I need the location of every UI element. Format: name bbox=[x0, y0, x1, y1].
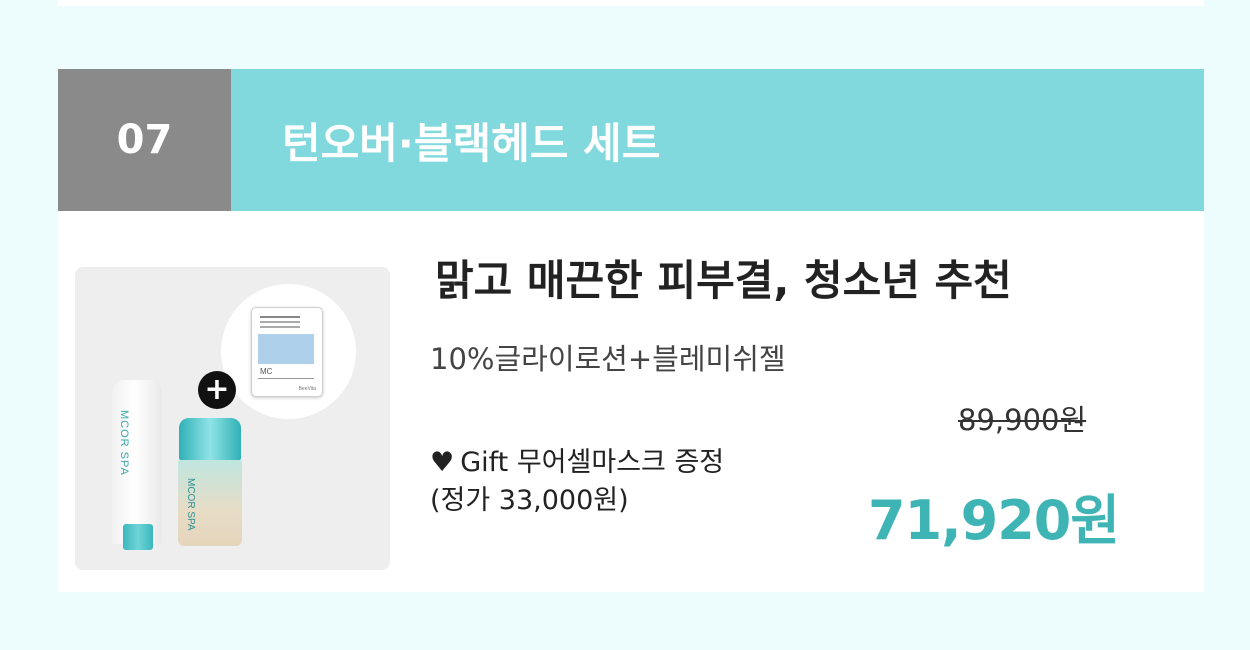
previous-card-edge bbox=[58, 0, 1204, 6]
heart-icon: ♥ bbox=[430, 447, 455, 478]
jar-lid bbox=[179, 418, 241, 460]
product-headline: 맑고 매끈한 피부결, 청소년 추천 bbox=[435, 256, 1012, 305]
section-header: 07 턴오버·블랙헤드 세트 bbox=[58, 69, 1204, 211]
tube-cap bbox=[123, 524, 153, 550]
gift-info: ♥ Gift 무어셀마스크 증정 (정가 33,000원) bbox=[430, 444, 724, 520]
jar-label: MCOR SPA bbox=[185, 478, 196, 531]
product-image[interactable]: MC BeeVita + MCOR SPA MCOR SPA bbox=[75, 267, 390, 570]
gift-line-1: Gift 무어셀마스크 증정 bbox=[460, 447, 725, 478]
section-title: 턴오버·블랙헤드 세트 bbox=[231, 69, 1204, 211]
section-number: 07 bbox=[58, 69, 231, 211]
product-subtitle: 10%글라이로션+블레미쉬젤 bbox=[430, 342, 786, 376]
plus-icon: + bbox=[198, 371, 236, 409]
lotion-tube-image: MCOR SPA bbox=[112, 380, 162, 550]
gift-line-2: (정가 33,000원) bbox=[430, 485, 629, 516]
tube-label: MCOR SPA bbox=[118, 410, 130, 476]
mask-brand: BeeVita bbox=[298, 386, 316, 392]
mask-pack-image: MC BeeVita bbox=[251, 307, 323, 397]
gel-jar-image: MCOR SPA bbox=[178, 418, 242, 546]
product-card[interactable]: MC BeeVita + MCOR SPA MCOR SPA 맑고 매끈한 피부… bbox=[58, 211, 1204, 592]
original-price: 89,900원 bbox=[958, 403, 1087, 437]
mask-label: MC bbox=[260, 367, 273, 376]
sale-price: 71,920원 bbox=[868, 489, 1120, 552]
